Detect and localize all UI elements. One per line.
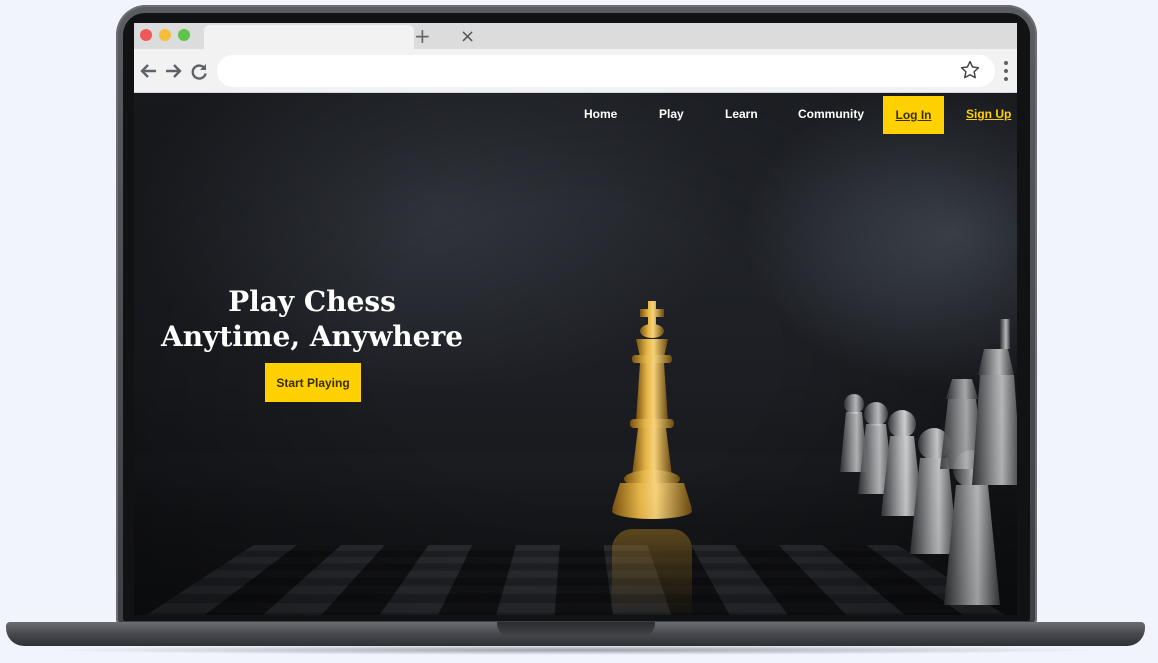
hero-vignette <box>134 93 1017 615</box>
minimize-window-button[interactable] <box>159 29 171 41</box>
browser-toolbar <box>134 49 1017 93</box>
browser-tab[interactable]: × <box>204 25 475 49</box>
hero-title: Play Chess Anytime, Anywhere <box>154 284 470 354</box>
close-tab-icon[interactable]: × <box>460 27 475 47</box>
back-icon[interactable] <box>138 60 160 82</box>
address-bar[interactable] <box>217 55 995 87</box>
close-window-button[interactable] <box>140 29 152 41</box>
login-button[interactable]: Log In <box>883 96 944 134</box>
hero-title-line1: Play Chess <box>228 285 396 318</box>
hero-section: Home Play Learn Community Log In Sign Up… <box>134 93 1017 615</box>
new-tab-icon[interactable]: + <box>414 23 431 49</box>
nav-play-link[interactable]: Play <box>659 107 684 121</box>
reload-icon[interactable] <box>188 60 210 82</box>
hero-title-line2: Anytime, Anywhere <box>160 320 464 353</box>
nav-home-link[interactable]: Home <box>584 107 617 121</box>
start-playing-button[interactable]: Start Playing <box>265 363 361 402</box>
laptop-notch <box>497 622 655 637</box>
nav-learn-link[interactable]: Learn <box>725 107 758 121</box>
site-navigation: Home Play Learn Community Log In Sign Up <box>134 93 1017 134</box>
kebab-menu-icon[interactable] <box>1001 59 1011 83</box>
maximize-window-button[interactable] <box>178 29 190 41</box>
nav-community-link[interactable]: Community <box>798 107 864 121</box>
signup-link[interactable]: Sign Up <box>966 107 1011 121</box>
browser-window: × + Home Play Learn Community Log In Sig… <box>134 23 1017 615</box>
star-icon[interactable] <box>959 59 981 87</box>
laptop-shadow <box>40 645 1110 655</box>
forward-icon[interactable] <box>162 60 184 82</box>
tab-bar: × + <box>134 23 1017 49</box>
